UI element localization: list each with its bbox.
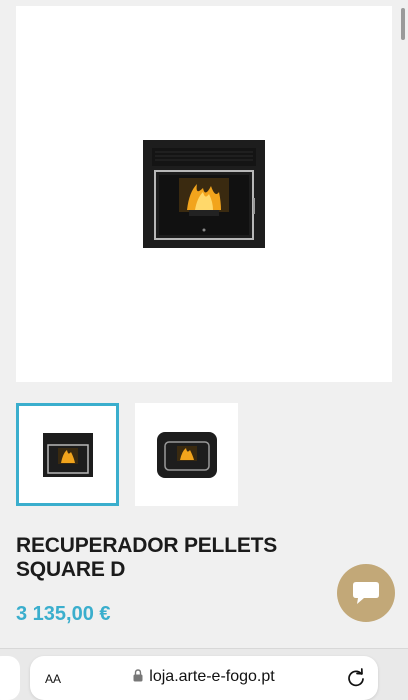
- thumbnail-1[interactable]: [16, 403, 119, 506]
- lock-icon: [133, 669, 143, 682]
- scroll-indicator[interactable]: [401, 8, 405, 40]
- url-text: loja.arte-e-fogo.pt: [149, 668, 275, 685]
- previous-tab-preview[interactable]: [0, 656, 20, 700]
- chat-bubble-icon: [353, 582, 379, 604]
- pellet-stove-rounded-thumbnail-icon: [156, 431, 217, 478]
- url-display[interactable]: loja.arte-e-fogo.pt: [30, 668, 378, 686]
- product-price: 3 135,00 €: [16, 603, 111, 625]
- product-page: RECUPERADOR PELLETS SQUARE D 3 135,00 € …: [0, 0, 408, 700]
- main-product-image[interactable]: [16, 6, 392, 382]
- address-bar[interactable]: AA loja.arte-e-fogo.pt: [30, 656, 378, 700]
- thumbnail-gallery: [16, 403, 238, 506]
- chat-button[interactable]: [337, 564, 395, 622]
- pellet-stove-front-thumbnail-icon: [42, 432, 93, 477]
- reload-icon[interactable]: [346, 668, 366, 688]
- thumbnail-2[interactable]: [135, 403, 238, 506]
- pellet-stove-image: [143, 140, 265, 248]
- product-title: RECUPERADOR PELLETS SQUARE D: [16, 534, 278, 581]
